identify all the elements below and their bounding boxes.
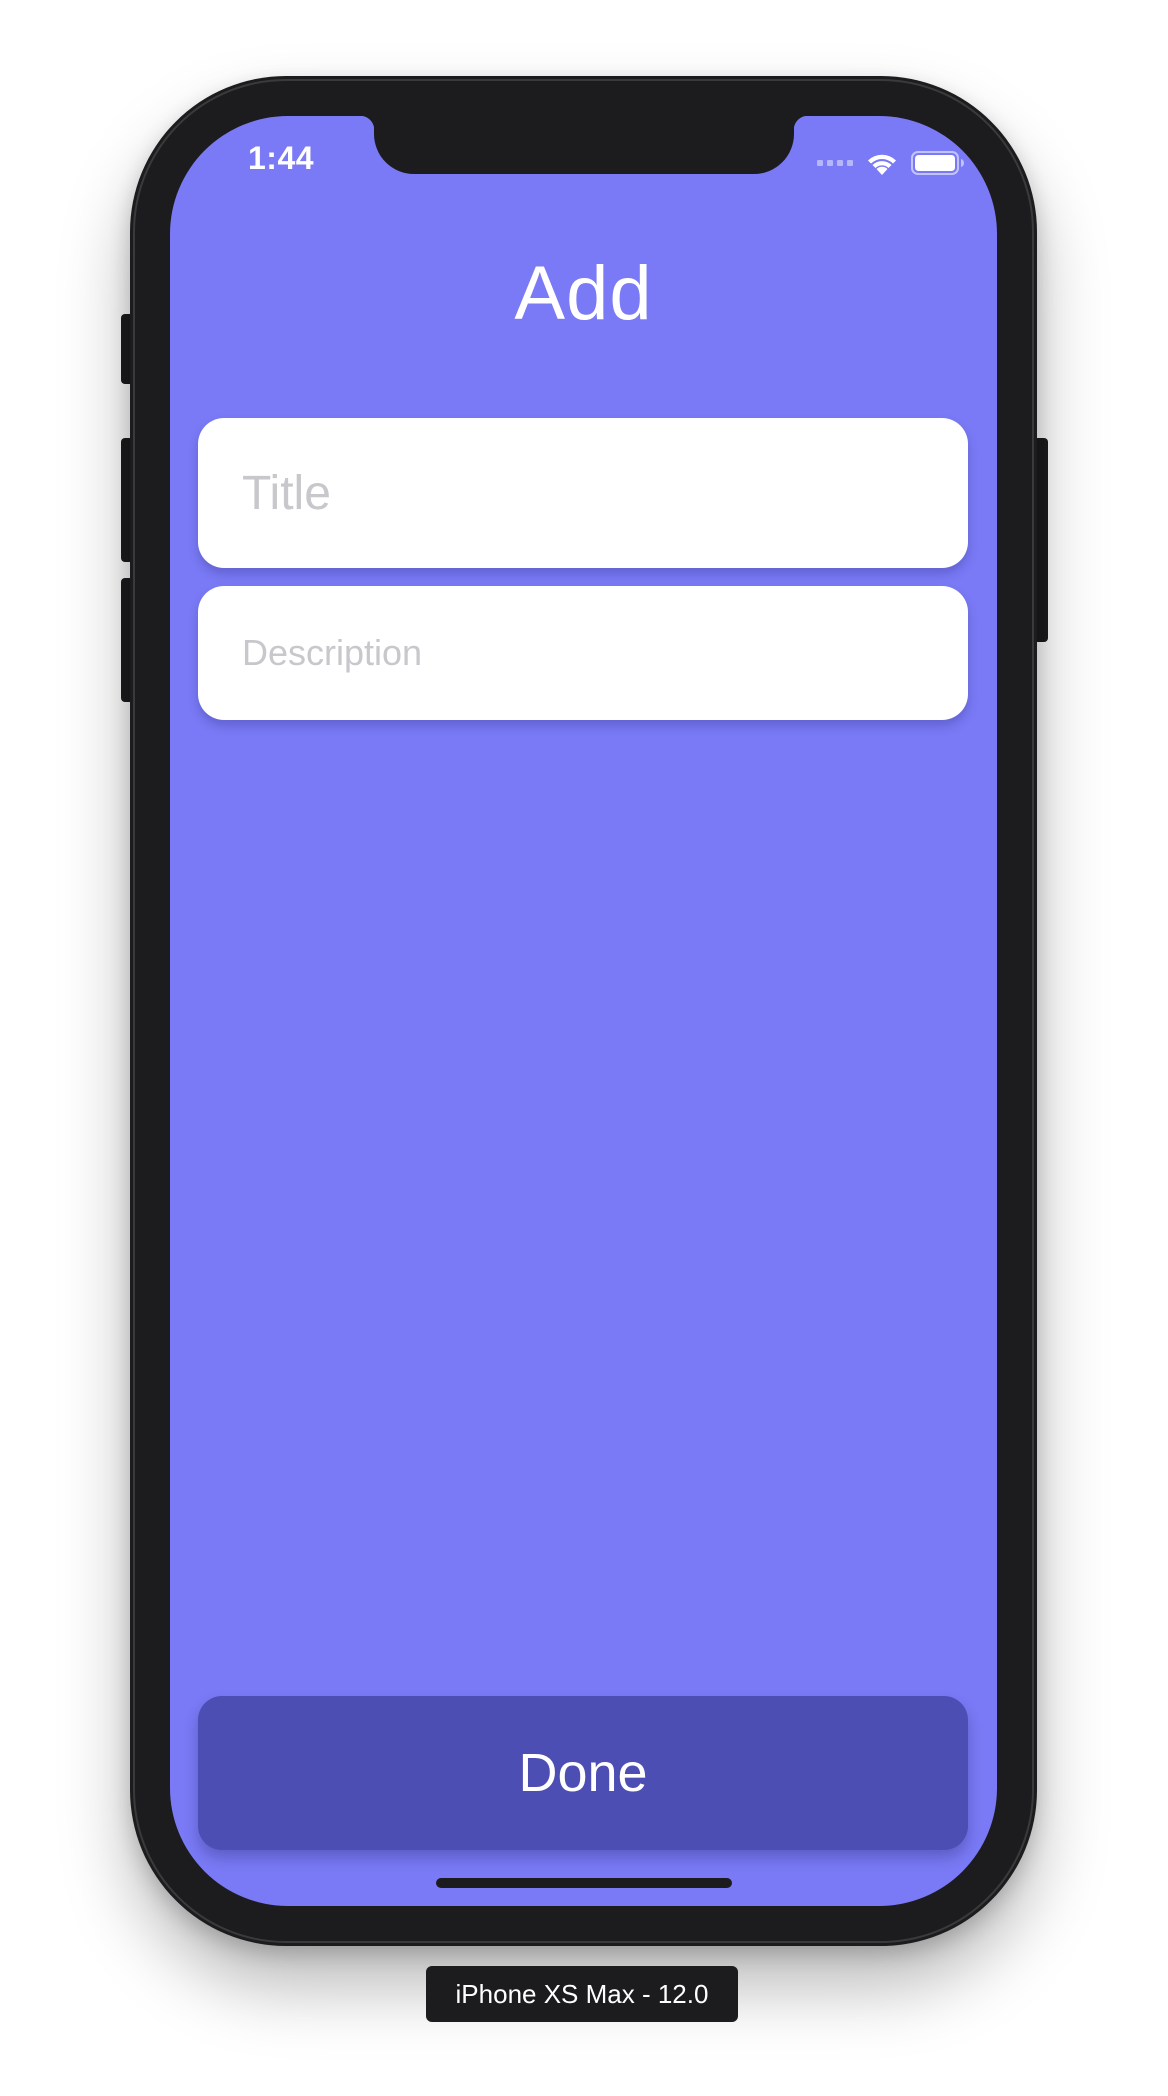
description-input[interactable]: [198, 586, 968, 720]
simulator-stage: 1:44 Add Title Description Done iPhone X…: [0, 0, 1168, 2096]
status-time: 1:44: [248, 140, 315, 176]
done-button[interactable]: Done: [198, 1696, 968, 1850]
simulator-device-label: iPhone XS Max - 12.0: [426, 1966, 738, 2022]
wifi-icon: [865, 150, 899, 176]
status-indicators: [817, 150, 965, 176]
cellular-signal-icon: [817, 160, 853, 166]
device-notch: [360, 116, 808, 174]
iphone-device-frame: 1:44 Add Title Description Done: [130, 76, 1037, 1946]
battery-icon: [911, 150, 965, 176]
title-input[interactable]: [198, 418, 968, 568]
home-indicator[interactable]: [436, 1878, 732, 1888]
page-title: Add: [514, 251, 653, 336]
app-screen: 1:44 Add Title Description Done: [170, 116, 997, 1906]
